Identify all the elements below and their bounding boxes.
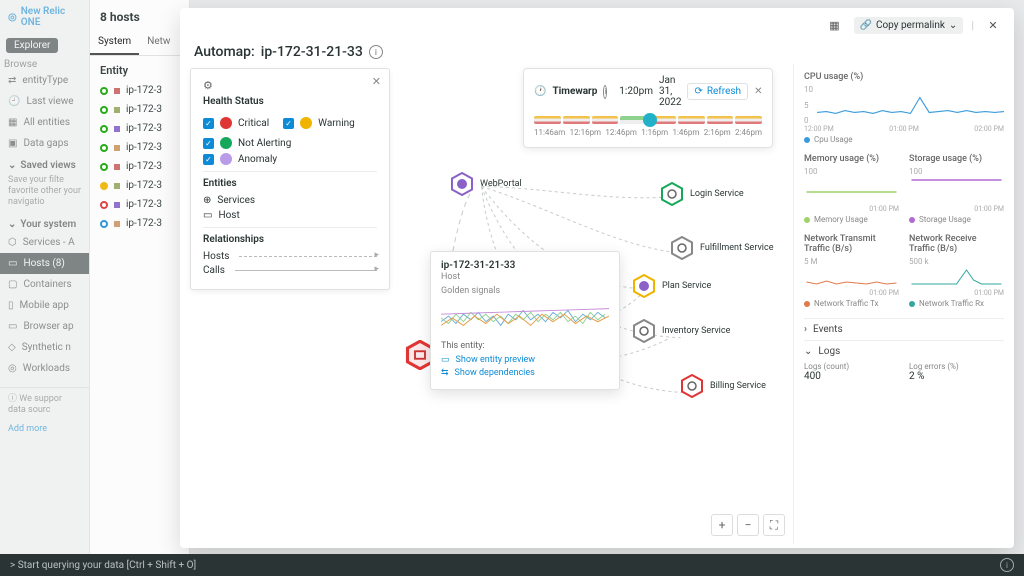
timewarp-panel: 🕐 Timewarp i 1:20pm Jan 31, 2022 ⟳ Refre… bbox=[523, 68, 773, 148]
nav-mobile[interactable]: ▯ Mobile app bbox=[0, 295, 89, 316]
automap-title-host: ip-172-31-21-33 bbox=[261, 44, 363, 60]
nav-synthetic[interactable]: ◇ Synthetic n bbox=[0, 337, 89, 358]
tab-system[interactable]: System bbox=[90, 30, 139, 55]
chart-memory: Memory usage (%) 100 01:00 PM Memory Usa… bbox=[804, 154, 899, 224]
clock-icon: 🕐 bbox=[534, 86, 546, 97]
chk-notalerting[interactable]: ✓ bbox=[203, 138, 214, 149]
logs-toggle[interactable]: ⌄ Logs bbox=[804, 340, 1004, 362]
entity-row[interactable]: ip-172-3 bbox=[90, 138, 189, 157]
entity-row[interactable]: ip-172-3 bbox=[90, 176, 189, 195]
entity-row[interactable]: ip-172-3 bbox=[90, 81, 189, 100]
nav-last-viewed[interactable]: 🕘 Last viewe bbox=[0, 91, 89, 112]
timewarp-label: Timewarp bbox=[552, 86, 597, 97]
refresh-button[interactable]: ⟳ Refresh bbox=[687, 83, 748, 100]
chk-anomaly[interactable]: ✓ bbox=[203, 154, 214, 165]
node-plan[interactable]: Plan Service bbox=[632, 274, 711, 298]
node-fulfillment[interactable]: Fulfillment Service bbox=[670, 236, 773, 260]
section-your-system[interactable]: Your system bbox=[0, 213, 89, 232]
hosts-title: 8 hosts bbox=[90, 0, 189, 30]
entity-row[interactable]: ip-172-3 bbox=[90, 214, 189, 233]
show-entity-preview-link[interactable]: ▭ Show entity preview bbox=[441, 355, 609, 365]
nav-workloads[interactable]: ◎ Workloads bbox=[0, 358, 89, 379]
tooltip-name: ip-172-31-21-33 bbox=[441, 260, 609, 271]
fit-screen-button[interactable]: ⛶ bbox=[763, 514, 785, 536]
chk-critical[interactable]: ✓ bbox=[203, 118, 214, 129]
filter-settings-icon[interactable]: ⚙ bbox=[203, 79, 213, 92]
hosts-panel: 8 hosts System Netw Entity ip-172-3 ip-1… bbox=[90, 0, 190, 576]
filter-close-icon[interactable]: ✕ bbox=[372, 75, 381, 88]
copy-permalink-button[interactable]: 🔗 Copy permalink ⌄ bbox=[854, 17, 964, 34]
tab-network[interactable]: Netw bbox=[139, 30, 178, 55]
timewarp-info-icon[interactable]: i bbox=[603, 85, 607, 99]
tooltip-golden-label: Golden signals bbox=[441, 286, 609, 296]
term-info-icon[interactable]: i bbox=[1000, 558, 1014, 572]
chart-net-rx: Network Receive Traffic (B/s) 500 k 01:0… bbox=[909, 234, 1004, 308]
close-button[interactable]: ✕ bbox=[982, 14, 1004, 36]
browse-tab[interactable]: Browse bbox=[4, 59, 37, 70]
saved-views-hint: Save your filte favorite other your navi… bbox=[0, 173, 89, 213]
entity-tooltip: ip-172-31-21-33 Host Golden signals This… bbox=[430, 251, 620, 390]
explorer-pill[interactable]: Explorer bbox=[6, 38, 58, 53]
entities-host[interactable]: ▭ Host bbox=[203, 210, 377, 221]
add-more-link[interactable]: Add more bbox=[0, 422, 89, 441]
query-bar[interactable]: > Start querying your data [Ctrl + Shift… bbox=[0, 554, 1024, 576]
entity-type-filter[interactable]: ⇄ entityType bbox=[0, 70, 89, 91]
node-inventory[interactable]: Inventory Service bbox=[632, 319, 730, 343]
chart-storage: Storage usage (%) 100 01:00 PM Storage U… bbox=[909, 154, 1004, 224]
log-errors-value: 2 % bbox=[909, 371, 1004, 382]
chart-cpu: CPU usage (%) 1050 12:00 PM01:00 PM02:00… bbox=[804, 72, 1004, 144]
events-toggle[interactable]: › Events bbox=[804, 318, 1004, 340]
timewarp-close-icon[interactable]: ✕ bbox=[754, 86, 762, 97]
show-dependencies-link[interactable]: ⇆ Show dependencies bbox=[441, 368, 609, 378]
entities-services[interactable]: ⊕ Services bbox=[203, 195, 377, 206]
entity-icon[interactable]: ▦ bbox=[824, 14, 846, 36]
timewarp-knob[interactable] bbox=[643, 113, 657, 127]
nav-services[interactable]: ⬡ Services - A bbox=[0, 232, 89, 253]
metrics-panel: CPU usage (%) 1050 12:00 PM01:00 PM02:00… bbox=[794, 64, 1014, 544]
zoom-in-button[interactable]: + bbox=[711, 514, 733, 536]
tooltip-this-label: This entity: bbox=[441, 341, 609, 351]
golden-sparkline bbox=[441, 300, 609, 334]
node-login[interactable]: Login Service bbox=[660, 182, 744, 206]
entities-header: Entities bbox=[203, 178, 377, 189]
brand-logo: ◎ New Relic ONE bbox=[0, 0, 89, 34]
health-status-header: Health Status bbox=[203, 96, 377, 107]
left-nav: ◎ New Relic ONE Explorer Browse ⇄ entity… bbox=[0, 0, 90, 576]
timewarp-time: 1:20pm bbox=[619, 86, 653, 97]
entity-row[interactable]: ip-172-3 bbox=[90, 119, 189, 138]
automap-modal: ▦ 🔗 Copy permalink ⌄ | ✕ Automap: ip-172… bbox=[180, 8, 1014, 548]
tooltip-type: Host bbox=[441, 272, 609, 282]
nav-all-entities[interactable]: ▦ All entities bbox=[0, 112, 89, 133]
nav-hosts[interactable]: ▭ Hosts (8) bbox=[0, 253, 89, 274]
entity-row[interactable]: ip-172-3 bbox=[90, 157, 189, 176]
map-canvas[interactable]: ⚙ ✕ Health Status ✓Critical ✓Warning ✓No… bbox=[180, 64, 794, 544]
nav-data-gaps[interactable]: ▣ Data gaps bbox=[0, 133, 89, 154]
filter-panel: ⚙ ✕ Health Status ✓Critical ✓Warning ✓No… bbox=[190, 68, 390, 290]
automap-title-prefix: Automap: bbox=[194, 44, 255, 60]
timewarp-date: Jan 31, 2022 bbox=[659, 75, 681, 108]
entity-header: Entity bbox=[90, 56, 189, 81]
timewarp-slider[interactable] bbox=[534, 116, 762, 124]
nav-containers[interactable]: ▢ Containers bbox=[0, 274, 89, 295]
node-billing[interactable]: Billing Service bbox=[680, 374, 766, 398]
support-note: ⓘ We suppor data sourc bbox=[0, 387, 89, 422]
info-icon[interactable]: i bbox=[369, 45, 383, 59]
chart-net-tx: Network Transmit Traffic (B/s) 5 M 01:00… bbox=[804, 234, 899, 308]
logs-count-value: 400 bbox=[804, 371, 899, 382]
entity-row[interactable]: ip-172-3 bbox=[90, 100, 189, 119]
section-saved-views[interactable]: Saved views bbox=[0, 154, 89, 173]
zoom-out-button[interactable]: − bbox=[737, 514, 759, 536]
node-webportal[interactable]: WebPortal bbox=[450, 172, 522, 196]
entity-row[interactable]: ip-172-3 bbox=[90, 195, 189, 214]
relationships-header: Relationships bbox=[203, 234, 377, 245]
nav-browser[interactable]: ▭ Browser ap bbox=[0, 316, 89, 337]
chk-warning[interactable]: ✓ bbox=[283, 118, 294, 129]
